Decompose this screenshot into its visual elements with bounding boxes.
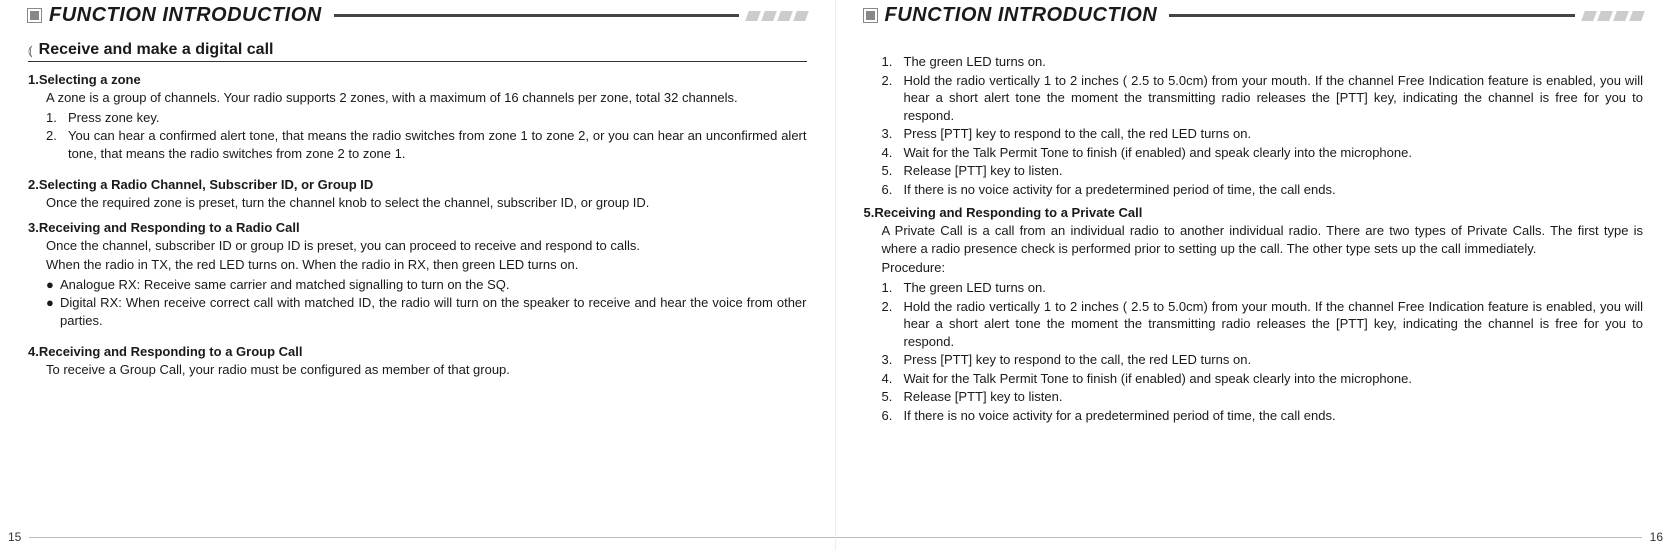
list-text: Release [PTT] key to listen. <box>904 162 1644 180</box>
list-number: 1. <box>46 109 68 127</box>
list-text: If there is no voice activity for a pred… <box>904 407 1644 425</box>
header-square-icon <box>28 9 41 22</box>
header-square-icon <box>864 9 877 22</box>
list-number: 2. <box>46 127 68 162</box>
list-text: Hold the radio vertically 1 to 2 inches … <box>904 298 1644 351</box>
header-line <box>1169 14 1575 17</box>
list-number: 3. <box>882 351 904 369</box>
page-right: FUNCTION INTRODUCTION 1.The green LED tu… <box>836 0 1671 550</box>
list-text: If there is no voice activity for a pred… <box>904 181 1644 199</box>
list-number: 4. <box>882 370 904 388</box>
header-title: FUNCTION INTRODUCTION <box>885 4 1158 27</box>
list-number: 5. <box>882 388 904 406</box>
list-text: The green LED turns on. <box>904 53 1644 71</box>
list-text: You can hear a confirmed alert tone, tha… <box>68 127 807 162</box>
page-header: FUNCTION INTRODUCTION <box>864 0 1644 27</box>
list-number: 1. <box>882 279 904 297</box>
list-number: 6. <box>882 181 904 199</box>
footer-line: 16 <box>836 528 1671 546</box>
section-title: Receive and make a digital call <box>39 41 274 59</box>
list-number: 2. <box>882 298 904 351</box>
footer-line: 15 <box>0 528 835 546</box>
bullet-icon: ● <box>46 294 60 329</box>
list-number: 3. <box>882 125 904 143</box>
heading-receiving-radio-call: 3.Receiving and Responding to a Radio Ca… <box>28 220 807 235</box>
list-text: Wait for the Talk Permit Tone to finish … <box>904 370 1644 388</box>
page-number: 15 <box>0 530 29 544</box>
header-stripes-icon <box>1583 11 1643 21</box>
list-text: Release [PTT] key to listen. <box>904 388 1644 406</box>
list-text: Press zone key. <box>68 109 807 127</box>
list-text: Press [PTT] key to respond to the call, … <box>904 125 1644 143</box>
header-stripes-icon <box>747 11 807 21</box>
list-private-call-steps: 1.The green LED turns on. 2.Hold the rad… <box>864 279 1644 425</box>
page-number: 16 <box>1642 530 1671 544</box>
section-title-row: ⦅ Receive and make a digital call <box>28 41 807 62</box>
list-group-call-steps: 1.The green LED turns on. 2.Hold the rad… <box>864 53 1644 199</box>
list-number: 6. <box>882 407 904 425</box>
text-selecting-zone: A zone is a group of channels. Your radi… <box>28 89 807 107</box>
wave-icon: ⦅ <box>28 42 33 59</box>
list-selecting-zone: 1.Press zone key. 2.You can hear a confi… <box>28 109 807 164</box>
text-procedure-label: Procedure: <box>864 259 1644 277</box>
header-title: FUNCTION INTRODUCTION <box>49 4 322 27</box>
list-text: Analogue RX: Receive same carrier and ma… <box>60 276 807 294</box>
header-line <box>334 14 739 17</box>
heading-selecting-zone: 1.Selecting a zone <box>28 72 807 87</box>
list-text: Hold the radio vertically 1 to 2 inches … <box>904 72 1644 125</box>
list-text: The green LED turns on. <box>904 279 1644 297</box>
list-text: Wait for the Talk Permit Tone to finish … <box>904 144 1644 162</box>
list-text: Digital RX: When receive correct call wi… <box>60 294 807 329</box>
list-rx-modes: ●Analogue RX: Receive same carrier and m… <box>28 276 807 331</box>
bullet-icon: ● <box>46 276 60 294</box>
text-receiving-radio-1: Once the channel, subscriber ID or group… <box>28 237 807 255</box>
heading-selecting-channel: 2.Selecting a Radio Channel, Subscriber … <box>28 177 807 192</box>
text-selecting-channel: Once the required zone is preset, turn t… <box>28 194 807 212</box>
text-group-call: To receive a Group Call, your radio must… <box>28 361 807 379</box>
text-receiving-radio-2: When the radio in TX, the red LED turns … <box>28 256 807 274</box>
list-text: Press [PTT] key to respond to the call, … <box>904 351 1644 369</box>
list-number: 5. <box>882 162 904 180</box>
heading-group-call: 4.Receiving and Responding to a Group Ca… <box>28 344 807 359</box>
page-left: FUNCTION INTRODUCTION ⦅ Receive and make… <box>0 0 836 550</box>
page-header: FUNCTION INTRODUCTION <box>28 0 807 27</box>
text-private-call-intro: A Private Call is a call from an individ… <box>864 222 1644 257</box>
list-number: 4. <box>882 144 904 162</box>
heading-private-call: 5.Receiving and Responding to a Private … <box>864 205 1644 220</box>
list-number: 1. <box>882 53 904 71</box>
list-number: 2. <box>882 72 904 125</box>
